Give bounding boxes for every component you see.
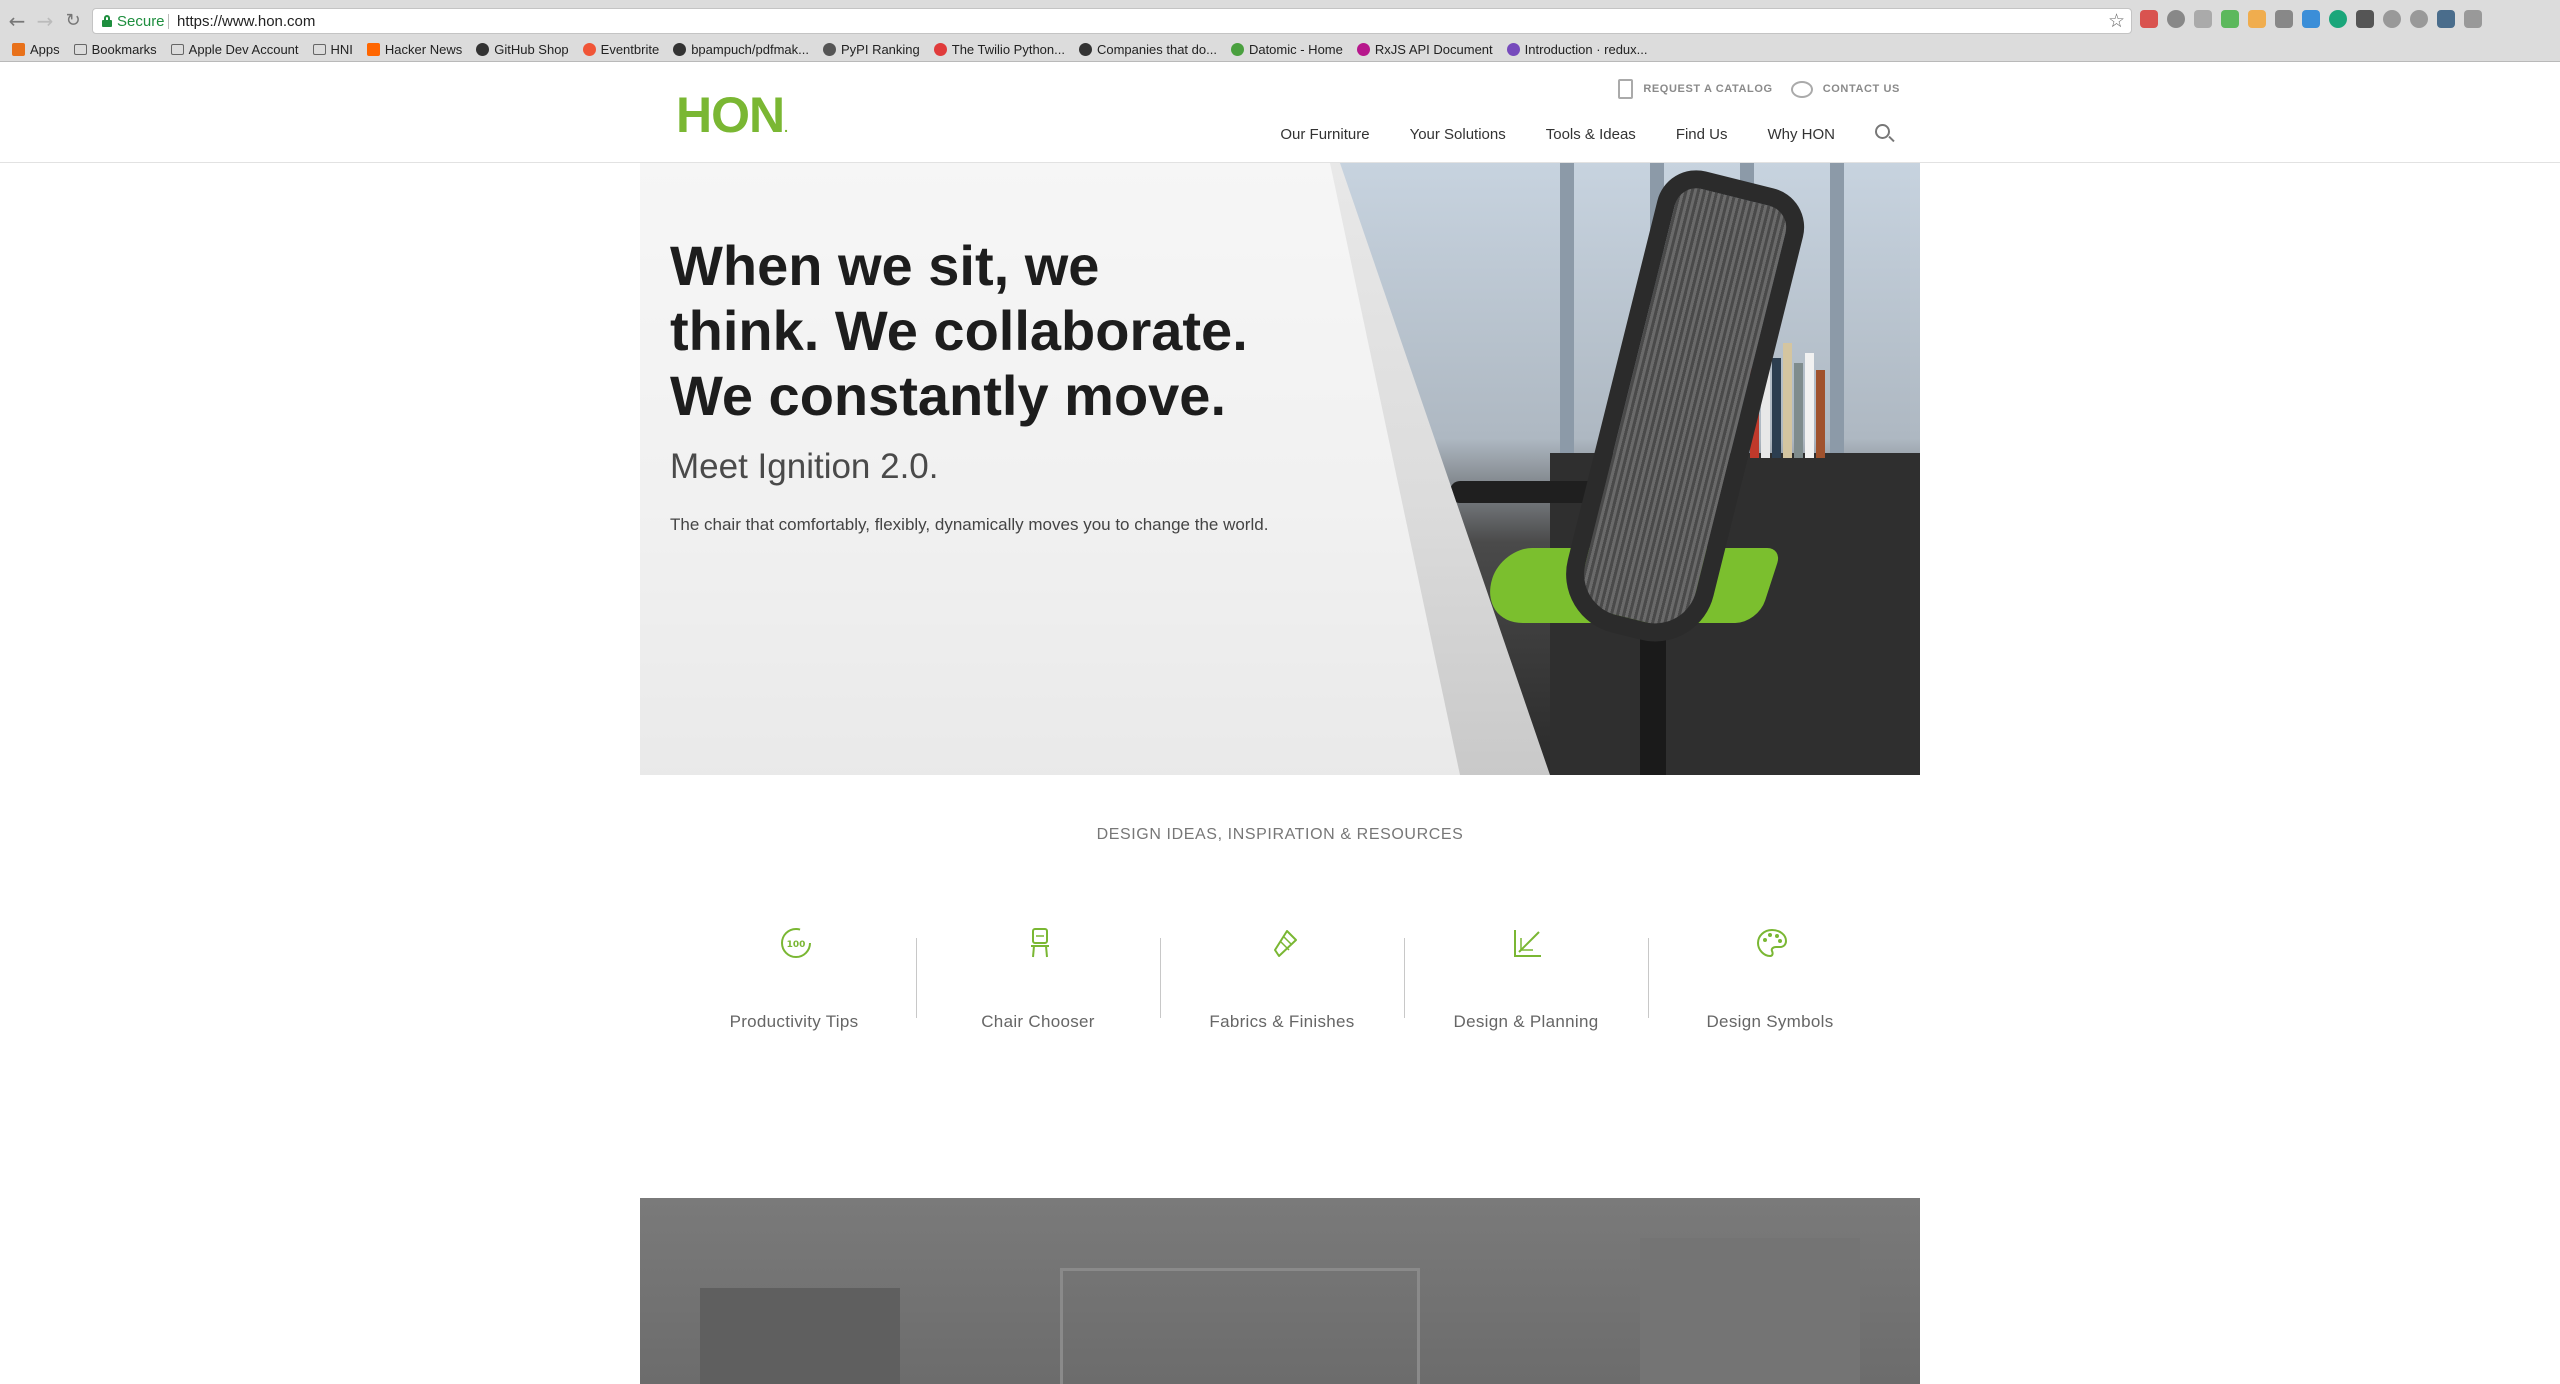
extension-icon[interactable] [2275, 10, 2293, 28]
extension-icon[interactable] [2140, 10, 2158, 28]
extension-icon[interactable] [2248, 10, 2266, 28]
bookmark-item[interactable]: Introduction · redux... [1506, 42, 1648, 57]
feature-design-planning[interactable]: Design & Planning [1404, 920, 1648, 1031]
folder-icon [73, 43, 87, 55]
bookmark-item[interactable]: Apple Dev Account [170, 42, 299, 57]
chair-icon [1031, 928, 1049, 958]
request-catalog-link[interactable]: REQUEST A CATALOG [1618, 79, 1772, 99]
feature-fabrics-finishes[interactable]: Fabrics & Finishes [1160, 920, 1404, 1031]
github-icon [673, 42, 687, 56]
bookmark-item[interactable]: bpampuch/pdfmak... [673, 42, 809, 57]
feature-chair-chooser[interactable]: Chair Chooser [916, 920, 1160, 1031]
bookmark-item[interactable]: PyPI Ranking [823, 42, 920, 57]
resources-title: DESIGN IDEAS, INSPIRATION & RESOURCES [1096, 826, 1464, 843]
bookmark-item[interactable]: RxJS API Document [1356, 42, 1493, 57]
contact-us-link[interactable]: CONTACT US [1790, 80, 1900, 98]
nav-find-us[interactable]: Find Us [1676, 126, 1728, 143]
hero-subheading: Meet Ignition 2.0. [670, 447, 939, 486]
bookmark-item[interactable]: Eventbrite [582, 42, 659, 57]
nav-why-hon[interactable]: Why HON [1768, 126, 1836, 143]
nav-tools-ideas[interactable]: Tools & Ideas [1546, 126, 1636, 143]
extension-icon[interactable] [2383, 10, 2401, 28]
extension-icon[interactable] [2167, 10, 2185, 28]
design-ruler-icon [1514, 930, 1541, 957]
apps-grid-icon [12, 42, 25, 56]
pypi-icon [823, 42, 836, 56]
browser-toolbar: ← → ↻ Secure https://www.hon.com ☆ [0, 6, 2560, 36]
hon-logo[interactable]: HON. [676, 86, 788, 144]
bookmark-item[interactable]: Companies that do... [1078, 42, 1217, 57]
bookmark-item[interactable]: Datomic - Home [1230, 42, 1343, 57]
twilio-icon [933, 42, 947, 56]
github-icon [1078, 42, 1092, 56]
main-nav: Our Furniture Your Solutions Tools & Ide… [1280, 124, 1895, 144]
feature-design-symbols[interactable]: Design Symbols [1648, 920, 1892, 1031]
bookmark-star-icon[interactable]: ☆ [2108, 10, 2125, 32]
browser-chrome: ← → ↻ Secure https://www.hon.com ☆ Apps [0, 0, 2560, 62]
chat-bubble-icon [1790, 80, 1813, 98]
forward-arrow-icon[interactable]: → [34, 10, 56, 32]
hero-body-text: The chair that comfortably, flexibly, dy… [670, 515, 1269, 534]
redux-icon [1506, 42, 1520, 56]
extension-icon[interactable] [2302, 10, 2320, 28]
extension-icons [2140, 10, 2482, 28]
bookmark-item[interactable]: GitHub Shop [476, 42, 569, 57]
bookmark-item[interactable]: Hacker News [366, 42, 462, 57]
nav-your-solutions[interactable]: Your Solutions [1410, 126, 1506, 143]
extension-icon[interactable] [2410, 10, 2428, 28]
secure-label: Secure [117, 13, 165, 30]
url-text[interactable]: https://www.hon.com [177, 13, 315, 30]
address-bar[interactable]: Secure https://www.hon.com ☆ [92, 8, 2132, 34]
extension-icon[interactable] [2194, 10, 2212, 28]
rxjs-icon [1356, 42, 1370, 56]
utility-nav: REQUEST A CATALOG CONTACT US [1618, 79, 1900, 99]
search-icon[interactable] [1875, 124, 1895, 144]
datomic-icon [1230, 42, 1244, 56]
fabric-swatch-icon [1274, 930, 1297, 957]
reload-icon[interactable]: ↻ [62, 10, 84, 32]
catalog-icon [1618, 79, 1634, 99]
back-arrow-icon[interactable]: ← [6, 10, 28, 32]
bookmark-item[interactable]: HNI [312, 42, 353, 57]
productivity-gauge-icon: 100 [781, 928, 811, 958]
lock-icon [102, 15, 112, 27]
extension-icon[interactable] [2329, 10, 2347, 28]
svg-text:100: 100 [787, 940, 806, 950]
url-separator [168, 14, 169, 29]
resources-list: 100 Productivity Tips Chair Chooser Fabr… [672, 920, 1892, 1040]
bookmark-item[interactable]: The Twilio Python... [933, 42, 1065, 57]
bookmark-item[interactable]: Apps [12, 42, 60, 57]
folder-icon [170, 43, 184, 55]
github-icon [476, 42, 490, 56]
hero-banner[interactable]: When we sit, we think. We collaborate. W… [640, 163, 1920, 775]
site-header: HON. REQUEST A CATALOG CONTACT US Our Fu… [0, 62, 2560, 163]
bookmark-item[interactable]: Bookmarks [73, 42, 157, 57]
extension-icon[interactable] [2356, 10, 2374, 28]
extension-icon[interactable] [2221, 10, 2239, 28]
hacker-news-icon [366, 42, 380, 56]
feature-productivity-tips[interactable]: 100 Productivity Tips [672, 920, 916, 1031]
extension-icon[interactable] [2437, 10, 2455, 28]
folder-icon [312, 43, 326, 55]
hero-headline: When we sit, we think. We collaborate. W… [670, 234, 1248, 427]
extension-icon[interactable] [2464, 10, 2482, 28]
palette-icon [1756, 928, 1788, 958]
bookmarks-bar: Apps Bookmarks Apple Dev Account HNI Hac… [0, 38, 2560, 60]
secondary-banner-image[interactable] [640, 1198, 1920, 1384]
nav-our-furniture[interactable]: Our Furniture [1280, 126, 1369, 143]
eventbrite-icon [582, 42, 596, 56]
